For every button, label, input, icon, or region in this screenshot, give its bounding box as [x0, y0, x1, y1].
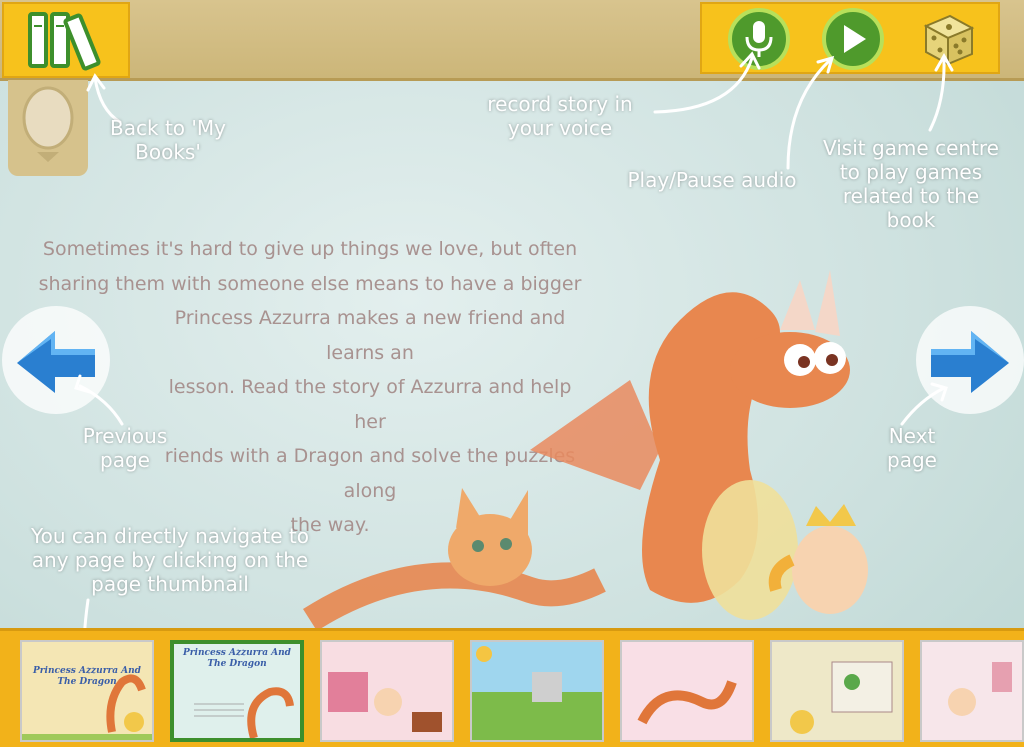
previous-page-note: Previous page [82, 424, 168, 472]
thumbnail-strip: Princess Azzurra And The Dragon Princess… [0, 628, 1024, 747]
page-thumbnail-5[interactable] [620, 640, 754, 742]
thumbnail-illustration [22, 674, 152, 740]
page-thumbnail-2[interactable]: Princess Azzurra And The Dragon [170, 640, 304, 742]
thumbnail-illustration [948, 662, 1012, 716]
back-to-books-note: Back to 'My Books' [110, 116, 226, 164]
thumbnail-navigation-note: You can directly navigate to any page by… [31, 524, 309, 596]
game-centre-note: Visit game centre to play games related … [823, 136, 999, 232]
page-thumbnail-3[interactable] [320, 640, 454, 742]
thumbnail-illustration [328, 672, 442, 732]
record-note: record story in your voice [487, 92, 633, 140]
thumbnail-illustration [790, 661, 893, 734]
page-thumbnail-6[interactable] [770, 640, 904, 742]
thumbnail-illustration [194, 687, 294, 738]
thumbnail-illustration [637, 680, 737, 725]
thumbnail-illustration [472, 646, 602, 740]
page-thumbnail-4[interactable] [470, 640, 604, 742]
page-thumbnail-7[interactable] [920, 640, 1024, 742]
page-thumbnail-1[interactable]: Princess Azzurra And The Dragon [20, 640, 154, 742]
play-pause-note: Play/Pause audio [627, 168, 797, 192]
next-page-note: Next page [887, 424, 937, 472]
